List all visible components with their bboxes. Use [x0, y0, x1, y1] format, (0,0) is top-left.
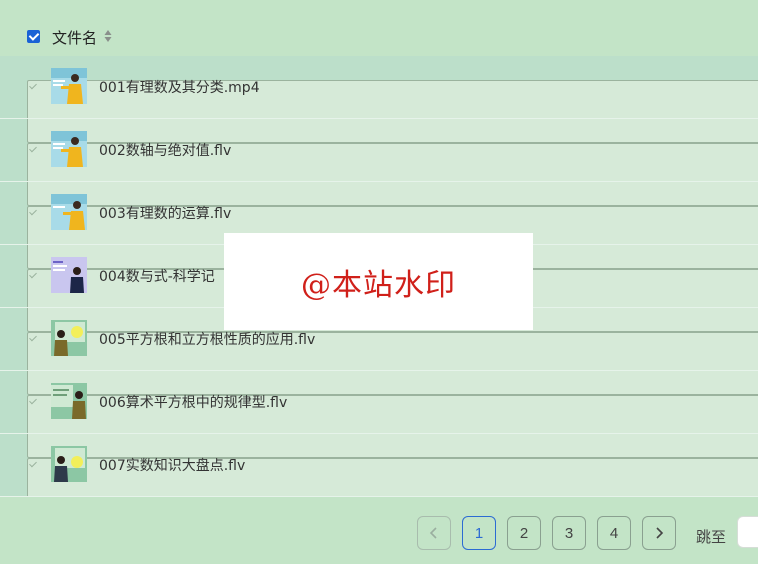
video-thumbnail[interactable] — [51, 446, 87, 482]
sort-both-icon[interactable] — [104, 29, 112, 43]
watermark-text: @本站水印 — [301, 267, 456, 303]
page-button-2[interactable]: 2 — [507, 516, 541, 550]
jump-to-label: 跳至 — [696, 528, 727, 546]
page-button-1[interactable]: 1 — [462, 516, 496, 550]
video-thumbnail[interactable] — [51, 131, 87, 167]
jump-to-page-input[interactable] — [737, 516, 758, 548]
prev-page-button[interactable] — [417, 516, 451, 550]
video-thumbnail[interactable] — [51, 383, 87, 419]
pagination-bar: 1 2 3 4 跳至 — [0, 497, 758, 564]
page-button-4[interactable]: 4 — [597, 516, 631, 550]
file-name[interactable]: 005平方根和立方根性质的应用.flv — [99, 329, 315, 349]
video-thumbnail[interactable] — [51, 257, 87, 293]
file-row[interactable]: 002数轴与绝对值.flv — [0, 119, 758, 206]
video-thumbnail[interactable] — [51, 68, 87, 104]
file-list-header: 文件名 — [0, 0, 758, 56]
chevron-left-icon — [429, 527, 437, 539]
file-name[interactable]: 003有理数的运算.flv — [99, 203, 231, 223]
page-button-3[interactable]: 3 — [552, 516, 586, 550]
video-thumbnail[interactable] — [51, 194, 87, 230]
file-row[interactable]: 006算术平方根中的规律型.flv — [0, 371, 758, 458]
file-name[interactable]: 006算术平方根中的规律型.flv — [99, 392, 287, 412]
watermark-overlay: @本站水印 — [224, 233, 533, 330]
column-title-filename[interactable]: 文件名 — [52, 27, 97, 48]
file-row[interactable]: 007实数知识大盘点.flv — [0, 434, 758, 521]
file-name[interactable]: 004数与式-科学记 — [99, 266, 215, 286]
file-name[interactable]: 001有理数及其分类.mp4 — [99, 77, 260, 97]
file-name[interactable]: 002数轴与绝对值.flv — [99, 140, 231, 160]
next-page-button[interactable] — [642, 516, 676, 550]
select-all-checkbox[interactable] — [27, 30, 40, 43]
chevron-right-icon — [656, 527, 664, 539]
file-name[interactable]: 007实数知识大盘点.flv — [99, 455, 245, 475]
video-thumbnail[interactable] — [51, 320, 87, 356]
file-row[interactable]: 001有理数及其分类.mp4 — [0, 56, 758, 143]
